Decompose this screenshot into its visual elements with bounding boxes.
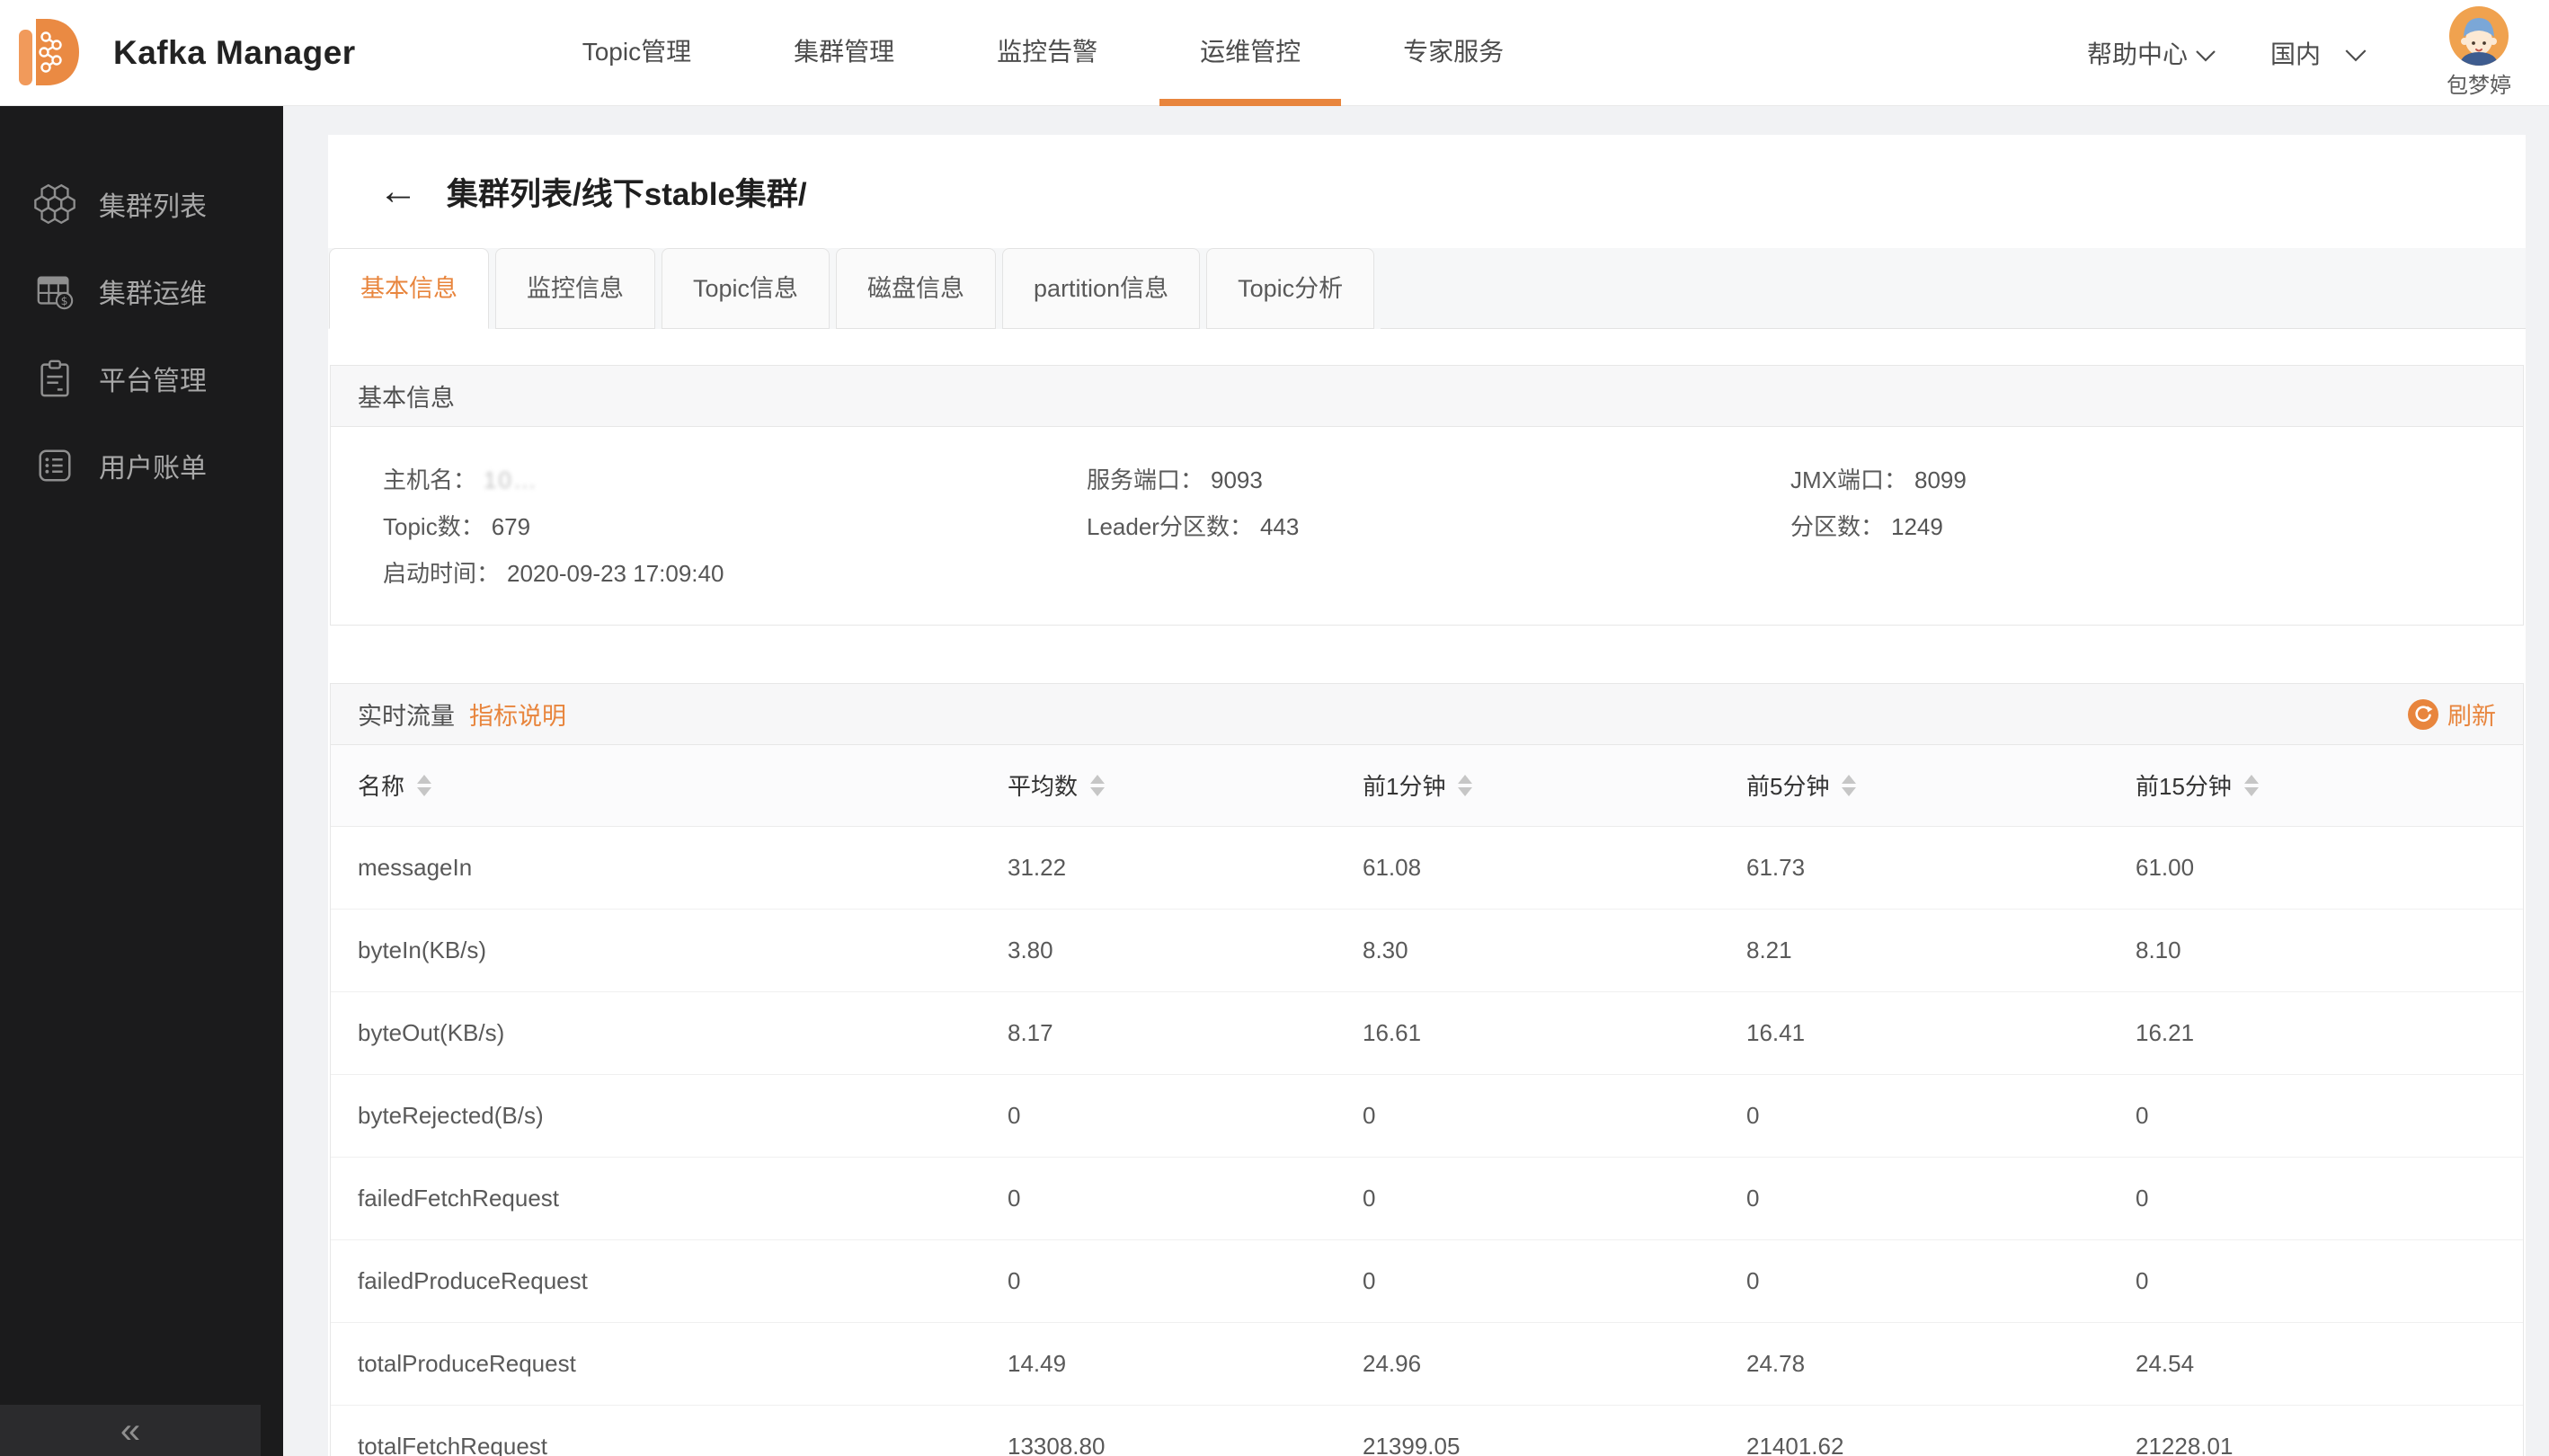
sidebar: 集群列表 $ 集群运维 平台管理 <box>0 106 283 1456</box>
realtime-traffic-header: 实时流量 指标说明 刷新 <box>331 684 2523 745</box>
page-title: 集群列表/线下stable集群/ <box>447 169 807 215</box>
sidebar-item-user-bill[interactable]: 用户账单 <box>0 422 283 509</box>
svg-text:$: $ <box>61 293 68 306</box>
nav-topic-management[interactable]: Topic管理 <box>531 0 742 106</box>
refresh-icon <box>2408 699 2438 730</box>
chevron-down-icon <box>2344 49 2367 62</box>
sidebar-item-label: 平台管理 <box>99 359 207 398</box>
table-header-row: 名称 平均数 前1分钟 前5分钟 前15分钟 <box>331 745 2523 826</box>
region-label: 国内 <box>2270 35 2321 71</box>
region-selector[interactable]: 国内 <box>2270 35 2367 71</box>
sort-control[interactable] <box>1458 775 1472 796</box>
traffic-table-head: 名称 平均数 前1分钟 前5分钟 前15分钟 <box>331 745 2523 826</box>
sidebar-menu: 集群列表 $ 集群运维 平台管理 <box>0 106 283 509</box>
cluster-list-icon <box>34 182 75 226</box>
traffic-table: 名称 平均数 前1分钟 前5分钟 前15分钟 messageIn31.2261.… <box>331 745 2523 1456</box>
nav-ops-control[interactable]: 运维管控 <box>1149 0 1352 106</box>
app-logo[interactable]: Kafka Manager <box>16 15 356 91</box>
sidebar-item-label: 用户账单 <box>99 446 207 485</box>
sidebar-item-label: 集群列表 <box>99 184 207 224</box>
sort-control[interactable] <box>2244 775 2259 796</box>
field-leader-partition-count: Leader分区数：443 <box>1087 513 1790 540</box>
sort-control[interactable] <box>1090 775 1105 796</box>
table-row: failedFetchRequest0000 <box>331 1157 2523 1239</box>
basic-info-body: 主机名：10… Topic数：679 启动时间：2020-09-23 17:09… <box>331 427 2523 625</box>
platform-mgmt-icon <box>34 358 75 399</box>
main-nav: Topic管理 集群管理 监控告警 运维管控 专家服务 <box>531 0 1555 106</box>
content-area: ← 集群列表/线下stable集群/ 基本信息 监控信息 Topic信息 磁盘信… <box>283 106 2549 1456</box>
field-hostname: 主机名：10… <box>383 466 1087 493</box>
table-row: failedProduceRequest0000 <box>331 1239 2523 1322</box>
tab-partition-info[interactable]: partition信息 <box>1002 248 1200 329</box>
refresh-button[interactable]: 刷新 <box>2408 697 2496 732</box>
field-topic-count: Topic数：679 <box>383 513 1087 540</box>
nav-expert-service[interactable]: 专家服务 <box>1352 0 1555 106</box>
app-title: Kafka Manager <box>113 34 356 72</box>
tab-basic-info[interactable]: 基本信息 <box>329 248 489 329</box>
table-row: totalFetchRequest13308.8021399.0521401.6… <box>331 1405 2523 1456</box>
chevron-down-icon <box>2195 49 2216 62</box>
field-jmx-port: JMX端口：8099 <box>1790 466 1967 493</box>
tab-disk-info[interactable]: 磁盘信息 <box>836 248 996 329</box>
tabs-bar: 基本信息 监控信息 Topic信息 磁盘信息 partition信息 Topic… <box>328 248 2526 329</box>
col-header-name[interactable]: 名称 <box>331 745 991 826</box>
panel-title: 基本信息 <box>358 378 455 413</box>
cluster-ops-icon: $ <box>34 271 75 312</box>
field-column: JMX端口：8099 分区数：1249 <box>1790 466 1967 587</box>
avatar <box>2449 6 2509 66</box>
col-header-last-15min[interactable]: 前15分钟 <box>2119 745 2523 826</box>
tab-topic-info[interactable]: Topic信息 <box>662 248 830 329</box>
tabs-filler <box>1381 248 2526 329</box>
field-column: 主机名：10… Topic数：679 启动时间：2020-09-23 17:09… <box>383 466 1087 587</box>
nav-cluster-management[interactable]: 集群管理 <box>742 0 946 106</box>
field-service-port: 服务端口：9093 <box>1087 466 1790 493</box>
refresh-label: 刷新 <box>2447 697 2496 732</box>
sort-control[interactable] <box>1842 775 1856 796</box>
nav-monitor-alert[interactable]: 监控告警 <box>946 0 1149 106</box>
topbar: Kafka Manager Topic管理 集群管理 监控告警 运维管控 专家服… <box>0 0 2549 106</box>
traffic-table-body: messageIn31.2261.0861.7361.00 byteIn(KB/… <box>331 826 2523 1456</box>
table-row: byteOut(KB/s)8.1716.6116.4116.21 <box>331 991 2523 1074</box>
sort-control[interactable] <box>417 775 431 796</box>
table-row: byteRejected(B/s)0000 <box>331 1074 2523 1157</box>
sidebar-item-label: 集群运维 <box>99 271 207 311</box>
collapse-icon: « <box>120 1413 140 1449</box>
basic-info-panel: 基本信息 主机名：10… Topic数：679 启动时间：2020-09-23 … <box>330 365 2524 626</box>
back-button[interactable]: ← <box>378 172 418 211</box>
col-header-last-1min[interactable]: 前1分钟 <box>1346 745 1730 826</box>
sidebar-item-platform-mgmt[interactable]: 平台管理 <box>0 334 283 422</box>
basic-info-panel-header: 基本信息 <box>331 366 2523 427</box>
field-partition-count: 分区数：1249 <box>1790 513 1967 540</box>
table-row: byteIn(KB/s)3.808.308.218.10 <box>331 909 2523 991</box>
field-start-time: 启动时间：2020-09-23 17:09:40 <box>383 560 1087 587</box>
user-bill-icon <box>34 445 75 486</box>
metrics-doc-link[interactable]: 指标说明 <box>469 697 566 732</box>
table-row: messageIn31.2261.0861.7361.00 <box>331 826 2523 909</box>
field-column: 服务端口：9093 Leader分区数：443 <box>1087 466 1790 587</box>
realtime-traffic-panel: 实时流量 指标说明 刷新 名称 平均数 <box>330 683 2524 1456</box>
sidebar-collapse-button[interactable]: « <box>0 1405 261 1456</box>
table-row: totalProduceRequest14.4924.9624.7824.54 <box>331 1322 2523 1405</box>
sidebar-item-cluster-ops[interactable]: $ 集群运维 <box>0 247 283 334</box>
topbar-right: 帮助中心 国内 <box>2087 6 2511 99</box>
help-center-menu[interactable]: 帮助中心 <box>2087 35 2216 71</box>
tab-topic-analysis[interactable]: Topic分析 <box>1206 248 1374 329</box>
hostname-value: 10… <box>484 466 538 493</box>
breadcrumb: ← 集群列表/线下stable集群/ <box>328 135 2526 248</box>
panel-title: 实时流量 <box>358 697 455 732</box>
cluster-detail-card: ← 集群列表/线下stable集群/ 基本信息 监控信息 Topic信息 磁盘信… <box>328 135 2526 1456</box>
kafka-manager-logo-icon <box>16 15 81 91</box>
user-menu[interactable]: 包梦婷 <box>2447 6 2511 99</box>
username: 包梦婷 <box>2447 67 2511 99</box>
col-header-last-5min[interactable]: 前5分钟 <box>1730 745 2119 826</box>
col-header-average[interactable]: 平均数 <box>991 745 1346 826</box>
sidebar-item-cluster-list[interactable]: 集群列表 <box>0 160 283 247</box>
tab-monitor-info[interactable]: 监控信息 <box>495 248 655 329</box>
help-center-label: 帮助中心 <box>2087 35 2188 71</box>
